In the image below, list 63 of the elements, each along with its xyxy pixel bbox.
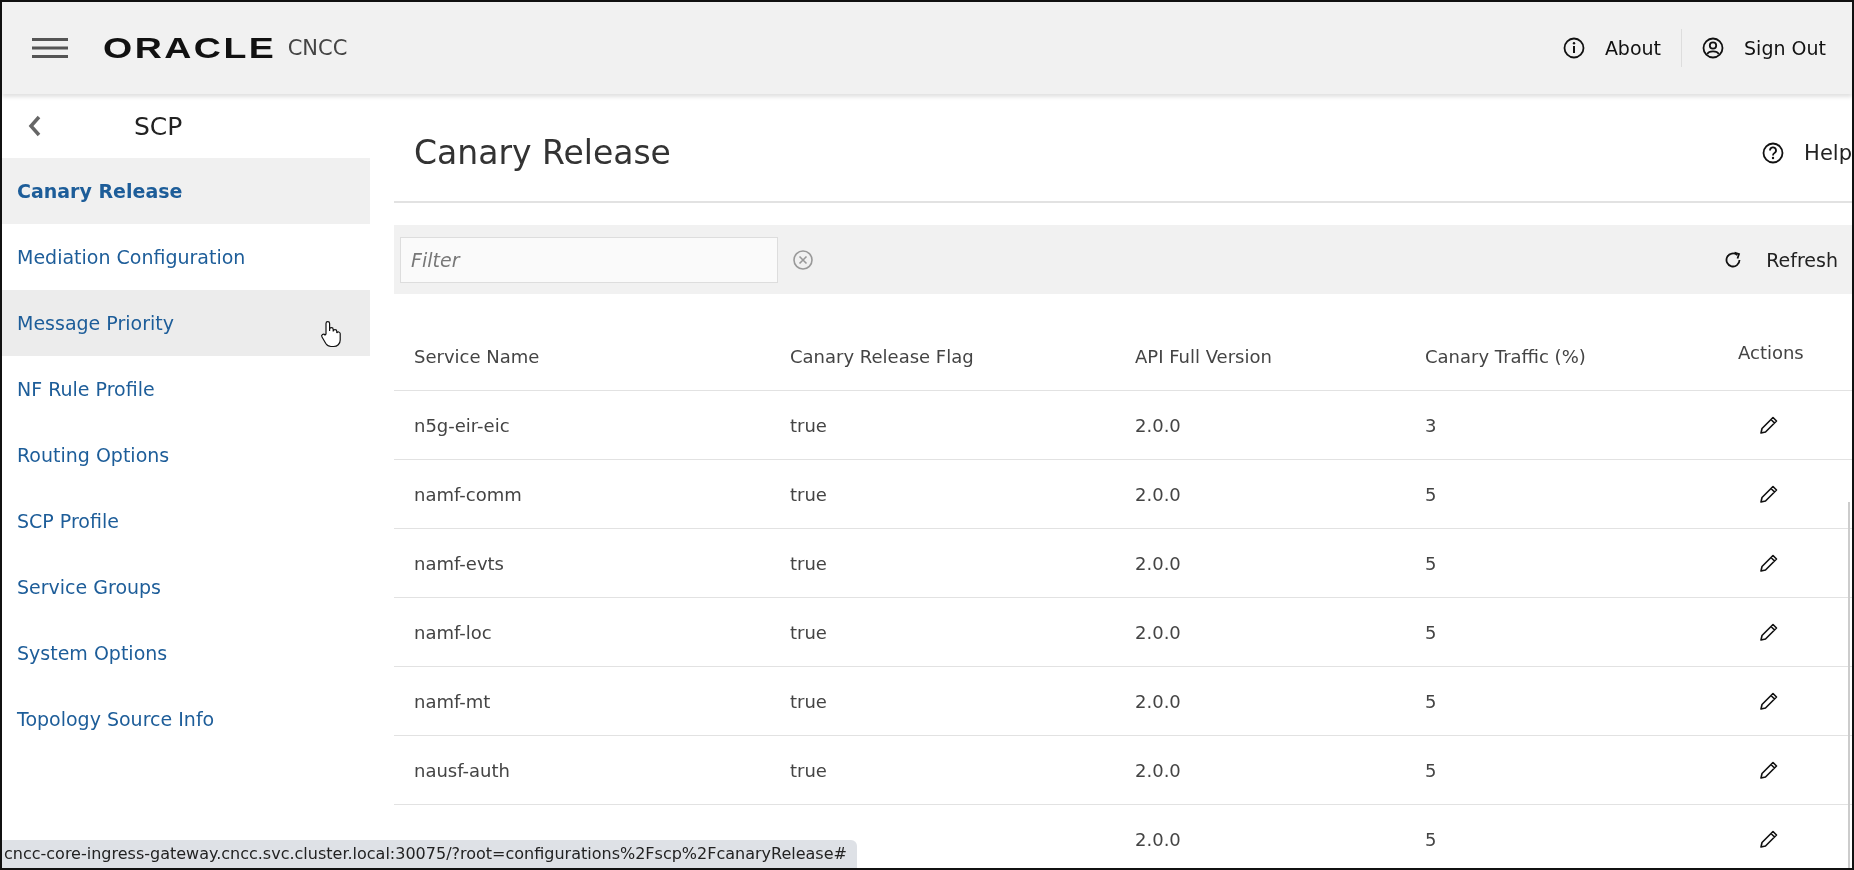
edit-icon[interactable]: [1758, 690, 1780, 712]
sidebar-item[interactable]: Mediation Configuration: [2, 224, 370, 290]
table-cell: 2.0.0: [1135, 483, 1181, 505]
header-link[interactable]: About: [1556, 33, 1668, 63]
edit-icon[interactable]: [1758, 828, 1780, 850]
column-header[interactable]: API Full Version: [1135, 345, 1425, 367]
table-cell: namf-mt: [414, 690, 491, 712]
table-cell: true: [790, 759, 827, 781]
table-cell: 3: [1425, 414, 1437, 436]
table-cell: 2.0.0: [1135, 621, 1181, 643]
column-header[interactable]: Canary Release Flag: [790, 345, 1135, 367]
sidebar-item[interactable]: NF Rule Profile: [2, 356, 370, 422]
edit-icon[interactable]: [1758, 483, 1780, 505]
table-cell: true: [790, 414, 827, 436]
user-icon: [1702, 37, 1725, 59]
table-cell: namf-evts: [414, 552, 504, 574]
hand-cursor-icon: [320, 320, 342, 348]
table-cell: 2.0.0: [1135, 828, 1181, 850]
sidebar-item[interactable]: Routing Options: [2, 422, 370, 488]
table-cell: 5: [1425, 621, 1437, 643]
table-cell: namf-comm: [414, 483, 522, 505]
table-cell: true: [790, 690, 827, 712]
table-cell: 2.0.0: [1135, 690, 1181, 712]
table-cell: 2.0.0: [1135, 759, 1181, 781]
filter-field[interactable]: Filter: [400, 236, 778, 283]
sidebar-item[interactable]: SCP Profile: [2, 488, 370, 554]
table-cell: 5: [1425, 552, 1437, 574]
table-cell: nausf-auth: [414, 759, 510, 781]
table-cell: n5g-eir-eic: [414, 414, 510, 436]
column-header[interactable]: Service Name: [394, 345, 790, 367]
product-name: CNCC: [287, 36, 348, 60]
column-header[interactable]: Actions: [1738, 341, 1804, 363]
table-cell: true: [790, 552, 827, 574]
table-cell: 5: [1425, 483, 1437, 505]
sidebar-item[interactable]: Topology Source Info: [2, 686, 370, 752]
header-link[interactable]: Sign Out: [1696, 33, 1832, 63]
page-title: Canary Release: [414, 132, 671, 172]
help-icon: [1762, 141, 1785, 164]
table-cell: 5: [1425, 828, 1437, 850]
table-cell: true: [790, 483, 827, 505]
table-cell: 2.0.0: [1135, 414, 1181, 436]
edit-icon[interactable]: [1758, 552, 1780, 574]
menu-icon[interactable]: [32, 37, 68, 59]
refresh-button[interactable]: Refresh: [1716, 247, 1844, 272]
back-icon[interactable]: [28, 115, 42, 137]
edit-icon[interactable]: [1758, 414, 1780, 436]
sidebar-title: SCP: [134, 111, 183, 141]
sidebar-item[interactable]: System Options: [2, 620, 370, 686]
edit-icon[interactable]: [1758, 621, 1780, 643]
info-icon: [1562, 37, 1585, 59]
sidebar-item[interactable]: Message Priority: [2, 290, 370, 356]
edit-icon[interactable]: [1758, 759, 1780, 781]
sidebar-item[interactable]: Canary Release: [2, 158, 370, 224]
table-cell: true: [790, 621, 827, 643]
table-cell: namf-loc: [414, 621, 492, 643]
sidebar-item[interactable]: Service Groups: [2, 554, 370, 620]
column-header[interactable]: Canary Traffic (%): [1425, 345, 1738, 367]
table-cell: 5: [1425, 759, 1437, 781]
status-bar-url: cncc-core-ingress-gateway.cncc.svc.cluster.local:30075/?root=configurations%2Fscp%2FcanaryRelease#: [2, 840, 857, 868]
table-cell: 5: [1425, 690, 1437, 712]
brand-logo: ORACLE: [103, 31, 277, 65]
help-button[interactable]: Help: [1762, 130, 1852, 165]
table-cell: 2.0.0: [1135, 552, 1181, 574]
